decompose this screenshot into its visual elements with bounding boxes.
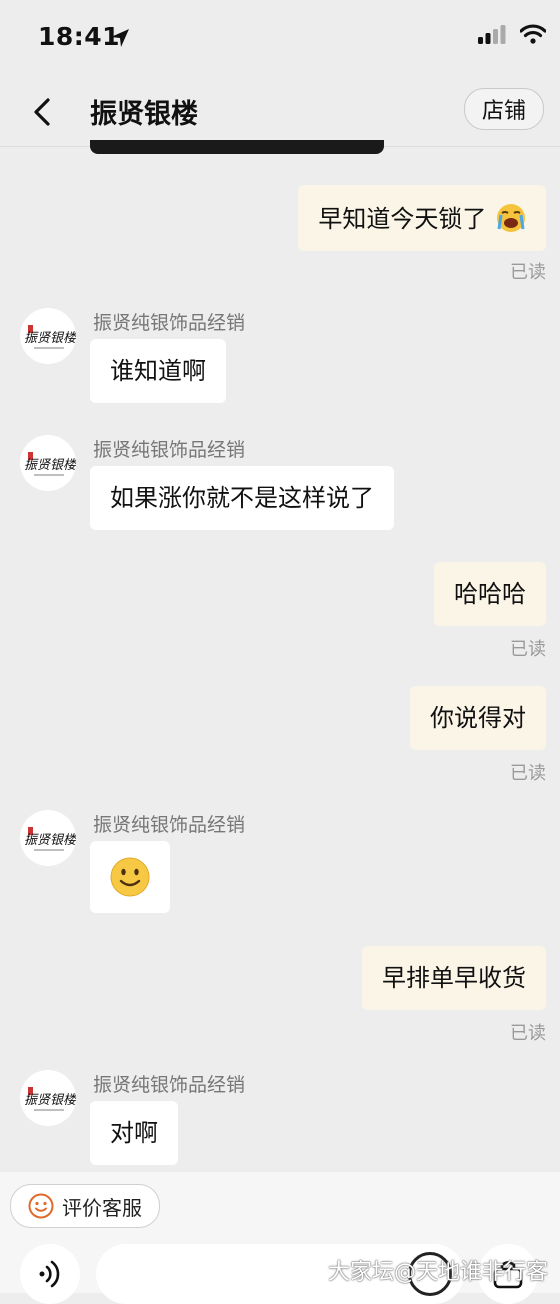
voice-icon bbox=[39, 1260, 60, 1288]
read-status: 已读 bbox=[510, 763, 546, 784]
avatar[interactable]: 振贤银楼 bbox=[20, 435, 76, 491]
message-bubble-out[interactable]: 你说得对 bbox=[410, 686, 546, 750]
message-bubble-in[interactable]: 谁知道啊 bbox=[90, 339, 226, 403]
back-button[interactable] bbox=[24, 94, 60, 130]
svg-text:振贤银楼: 振贤银楼 bbox=[24, 458, 76, 473]
shop-logo-icon: 振贤银楼 bbox=[21, 1071, 76, 1125]
signal-icon bbox=[478, 25, 506, 44]
svg-text:振贤银楼: 振贤银楼 bbox=[24, 331, 76, 346]
voice-button[interactable] bbox=[20, 1244, 80, 1304]
read-status: 已读 bbox=[510, 262, 546, 283]
previous-card-edge bbox=[90, 140, 384, 154]
shop-logo-icon: 振贤银楼 bbox=[21, 811, 76, 865]
crying-emoji-icon bbox=[497, 204, 525, 232]
shop-logo-icon: 振贤银楼 bbox=[21, 436, 76, 490]
message-bubble-out[interactable]: 早知道今天锁了 bbox=[298, 185, 546, 251]
smile-emoji-icon bbox=[110, 857, 150, 897]
message-text: 如果涨你就不是这样说了 bbox=[110, 484, 374, 512]
message-text: 你说得对 bbox=[430, 704, 526, 732]
watermark: 大家坛@天地谁非行客 bbox=[327, 1260, 548, 1285]
sender-name: 振贤纯银饰品经销 bbox=[93, 1074, 246, 1096]
rate-service-label: 评价客服 bbox=[62, 1195, 142, 1220]
message-text: 谁知道啊 bbox=[110, 357, 206, 385]
avatar[interactable]: 振贤银楼 bbox=[20, 1070, 76, 1126]
message-bubble-in[interactable]: 对啊 bbox=[90, 1101, 178, 1165]
shop-button[interactable]: 店铺 bbox=[464, 88, 544, 130]
message-text: 哈哈哈 bbox=[454, 580, 526, 608]
status-bar: 18:41 bbox=[0, 0, 560, 80]
message-bubble-out[interactable]: 早排单早收货 bbox=[362, 946, 546, 1010]
location-arrow-icon bbox=[111, 29, 129, 47]
smile-rate-icon bbox=[28, 1193, 54, 1219]
avatar[interactable]: 振贤银楼 bbox=[20, 810, 76, 866]
shop-logo-icon: 振贤银楼 bbox=[21, 309, 76, 363]
page-title: 振贤银楼 bbox=[90, 99, 198, 130]
nav-bar: 振贤银楼 店铺 bbox=[0, 80, 560, 147]
rate-service-button[interactable]: 评价客服 bbox=[10, 1184, 160, 1228]
message-bubble-out[interactable]: 哈哈哈 bbox=[434, 562, 546, 626]
svg-text:振贤银楼: 振贤银楼 bbox=[24, 833, 76, 848]
avatar[interactable]: 振贤银楼 bbox=[20, 308, 76, 364]
message-text: 早排单早收货 bbox=[382, 964, 526, 992]
message-text: 对啊 bbox=[110, 1119, 158, 1147]
message-bubble-in[interactable]: 如果涨你就不是这样说了 bbox=[90, 466, 394, 530]
status-time: 18:41 bbox=[38, 22, 121, 51]
read-status: 已读 bbox=[510, 639, 546, 660]
svg-text:振贤银楼: 振贤银楼 bbox=[24, 1093, 76, 1108]
read-status: 已读 bbox=[510, 1023, 546, 1044]
sender-name: 振贤纯银饰品经销 bbox=[93, 439, 246, 461]
message-text: 早知道今天锁了 bbox=[318, 205, 487, 233]
message-bubble-in[interactable] bbox=[90, 841, 170, 913]
wifi-icon bbox=[520, 24, 546, 44]
sender-name: 振贤纯银饰品经销 bbox=[93, 312, 246, 334]
back-arrow-icon bbox=[34, 98, 50, 126]
sender-name: 振贤纯银饰品经销 bbox=[93, 814, 246, 836]
